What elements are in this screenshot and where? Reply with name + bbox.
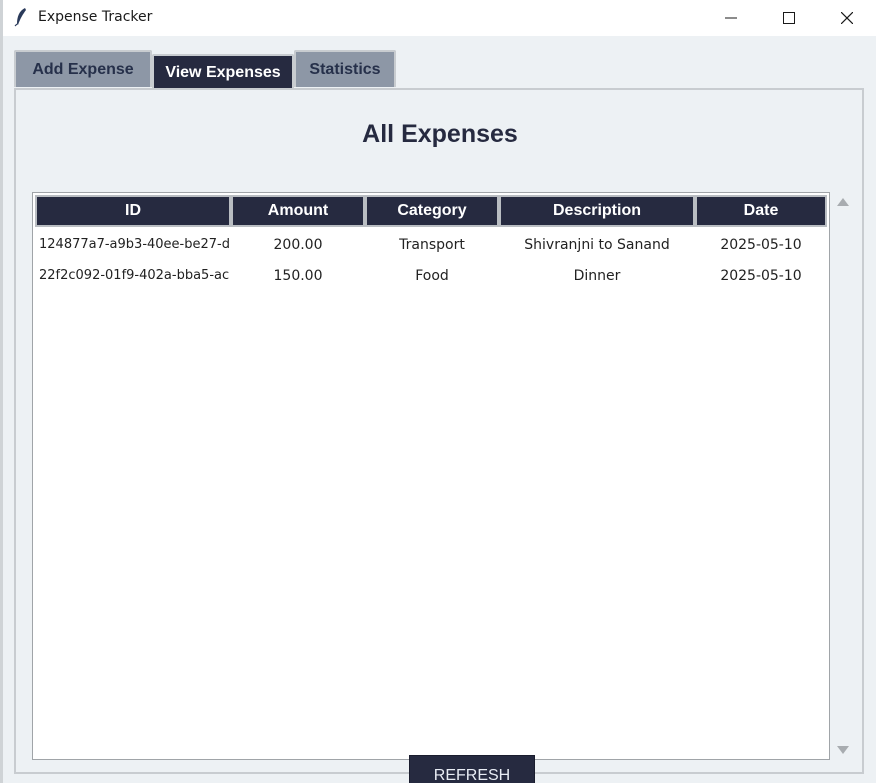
expenses-table[interactable]: ID Amount Category Description Date 1248… [32,192,830,783]
scroll-up-icon[interactable] [837,198,849,206]
cell-category: Transport [399,236,465,253]
maximize-button[interactable] [760,0,818,36]
tab-panel: All Expenses ID Amount Category Descript… [14,88,864,783]
column-header-category[interactable]: Category [365,195,499,227]
cell-category: Food [415,267,449,284]
column-header-description[interactable]: Description [499,195,695,227]
feather-icon [14,8,26,27]
close-icon [841,12,853,24]
cell-amount: 200.00 [273,236,323,253]
cell-description: Dinner [573,267,621,284]
table-row[interactable]: 22f2c092-01f9-402a-bba5-ac 150.00 Food D… [35,260,827,291]
tab-view-expenses[interactable]: View Expenses [152,54,294,90]
column-header-id[interactable]: ID [35,195,231,227]
page-title: All Expenses [362,120,518,148]
window-title: Expense Tracker [38,9,153,25]
cell-date: 2025-05-10 [720,267,802,284]
scroll-down-icon[interactable] [837,746,849,754]
vertical-scrollbar[interactable] [832,192,854,760]
minimize-icon [725,17,737,19]
tab-statistics[interactable]: Statistics [294,50,396,87]
cell-id: 124877a7-a9b3-40ee-be27-d [39,237,230,252]
refresh-button[interactable]: REFRESH [409,755,535,783]
minimize-button[interactable] [702,0,760,36]
table-header: ID Amount Category Description Date [35,195,827,227]
title-bar: Expense Tracker [0,0,876,36]
window-left-edge [0,0,3,783]
column-header-date[interactable]: Date [695,195,827,227]
table-row[interactable]: 124877a7-a9b3-40ee-be27-d 200.00 Transpo… [35,229,827,260]
maximize-icon [783,12,795,24]
window-body: Add Expense View Expenses Statistics All… [0,36,876,783]
column-header-amount[interactable]: Amount [231,195,365,227]
close-button[interactable] [818,0,876,36]
cell-date: 2025-05-10 [720,236,802,253]
cell-description: Shivranjni to Sanand [524,236,670,253]
cell-id: 22f2c092-01f9-402a-bba5-ac [39,268,230,283]
cell-amount: 150.00 [273,267,323,284]
tab-add-expense[interactable]: Add Expense [14,50,152,87]
